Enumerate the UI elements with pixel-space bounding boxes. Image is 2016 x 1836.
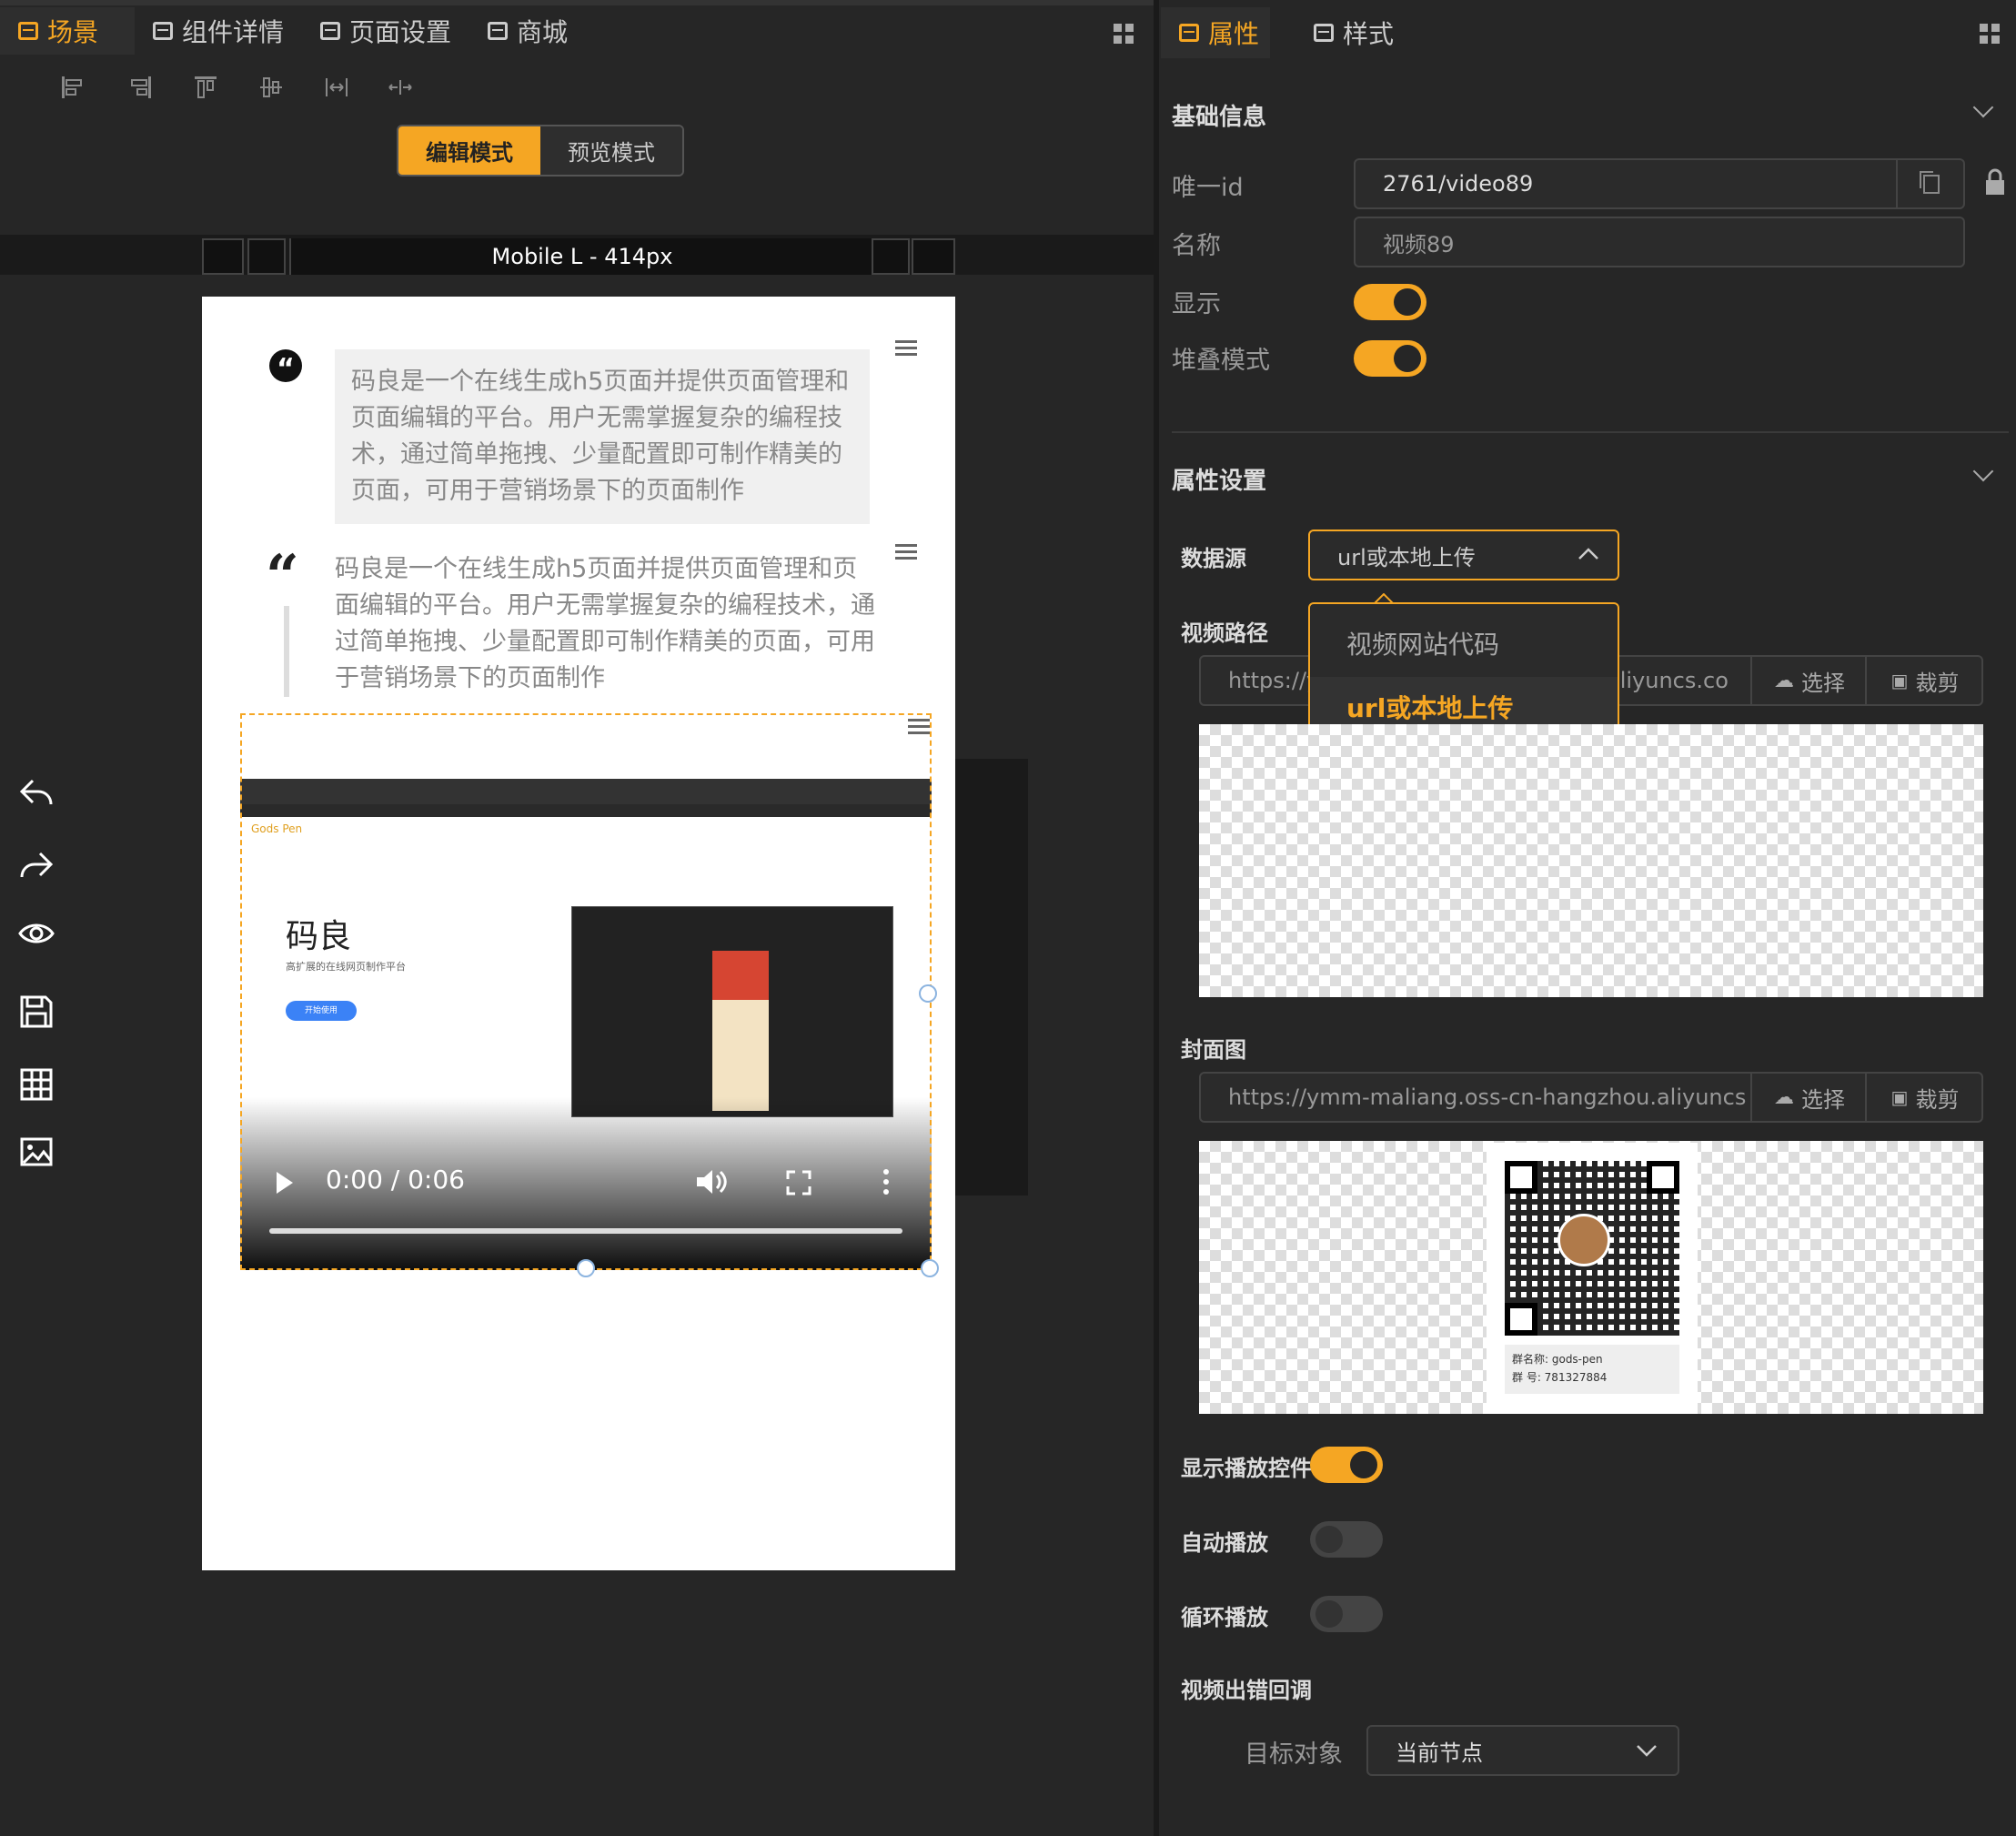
grid-icon[interactable] [1114,24,1134,44]
quote-mark-icon: “ [266,542,299,610]
id-label: 唯一id [1172,174,1244,202]
property-settings-title: 属性设置 [1172,468,1267,495]
cloud-upload-icon: ☁ [1774,1085,1794,1109]
autoplay-toggle[interactable] [1310,1521,1383,1558]
drag-handle-icon[interactable] [908,719,930,739]
calendar-icon [18,22,38,40]
chevron-down-icon [1637,1745,1657,1757]
cloud-upload-icon: ☁ [1774,669,1794,692]
calendar-icon [1179,24,1199,42]
cover-path-field[interactable]: https://ymm-maliang.oss-cn-hangzhou.aliy… [1199,1072,1983,1123]
tab-styles[interactable]: 样式 [1314,7,1394,58]
copy-icon [1920,171,1940,194]
source-label: 数据源 [1181,546,1246,571]
device-option[interactable] [912,238,955,275]
video-time: 0:00 / 0:06 [326,1165,465,1195]
drag-handle-icon[interactable] [895,340,917,360]
video-preview-area [1199,724,1983,997]
tab-properties[interactable]: 属性 [1161,7,1270,58]
device-option[interactable] [202,238,244,275]
chevron-down-icon[interactable] [1972,96,1994,118]
resize-handle[interactable] [919,984,937,1003]
distribute-horizontal-icon[interactable] [324,75,349,100]
undo-icon[interactable] [18,773,55,810]
video-path-label: 视频路径 [1181,620,1268,646]
device-option[interactable] [247,238,286,275]
show-controls-toggle[interactable] [1310,1447,1383,1483]
resize-handle[interactable] [577,1259,595,1277]
drag-handle-icon[interactable] [895,544,917,564]
target-label: 目标对象 [1245,1740,1343,1769]
error-callback-label: 视频出错回调 [1181,1678,1312,1703]
align-right-icon[interactable] [127,75,153,100]
panel-divider [1154,0,1159,1836]
canvas-toolbar [955,759,1028,1195]
id-field[interactable]: 2761/video89 [1354,158,1965,209]
cover-image: 群名称: gods-pen 群 号: 781327884 [1487,1143,1698,1414]
avatar [1557,1214,1610,1266]
select-file-button[interactable]: ☁ 选择 [1750,1074,1867,1121]
calendar-icon [153,22,173,40]
grid-icon[interactable] [1980,24,2000,44]
image-icon: ▣ [1890,1086,1909,1108]
section-divider [1172,431,2009,433]
autoplay-label: 自动播放 [1181,1530,1268,1556]
tab-component-detail[interactable]: 组件详情 [153,7,284,55]
loop-toggle[interactable] [1310,1596,1383,1632]
save-icon[interactable] [18,994,55,1030]
eye-icon[interactable] [18,915,55,952]
blockquote[interactable]: 码良是一个在线生成h5页面并提供页面管理和页面编辑的平台。用户无需掌握复杂的编程… [335,551,881,697]
cover-label: 封面图 [1181,1037,1246,1063]
mode-toggle: 编辑模式 预览模式 [397,125,684,177]
image-icon[interactable] [18,1134,55,1170]
name-label: 名称 [1172,232,1221,260]
crop-button[interactable]: ▣ 裁剪 [1865,657,1983,704]
align-left-icon[interactable] [60,75,86,100]
grid-table-icon[interactable] [18,1066,55,1103]
quote-bar [284,606,289,697]
quote-icon: “ [269,349,302,385]
qr-info: 群名称: gods-pen 群 号: 781327884 [1505,1345,1679,1394]
show-label: 显示 [1172,290,1221,318]
quote-block[interactable]: 码良是一个在线生成h5页面并提供页面管理和页面编辑的平台。用户无需掌握复杂的编程… [335,349,870,524]
fullscreen-icon[interactable] [786,1170,811,1195]
show-controls-label: 显示播放控件 [1181,1456,1312,1481]
stack-mode-toggle[interactable] [1354,340,1426,377]
space-horizontal-icon[interactable] [388,75,413,100]
name-field[interactable]: 视频89 [1354,217,1965,267]
preview-mode-button[interactable]: 预览模式 [540,126,682,175]
tab-mall[interactable]: 商城 [488,7,568,55]
source-select[interactable]: url或本地上传 [1308,530,1619,580]
redo-icon[interactable] [18,846,55,883]
calendar-icon [1314,24,1334,42]
dropdown-option[interactable]: 视频网站代码 [1310,613,1618,673]
more-options-icon[interactable] [882,1168,890,1195]
calendar-icon [320,22,340,40]
loop-label: 循环播放 [1181,1605,1268,1630]
select-file-button[interactable]: ☁ 选择 [1750,657,1867,704]
tab-scene[interactable]: 场景 [0,7,135,55]
lock-icon[interactable] [1983,167,2007,197]
resize-handle[interactable] [921,1259,939,1277]
image-icon: ▣ [1890,670,1909,691]
device-option[interactable] [872,238,910,275]
volume-icon[interactable] [695,1166,728,1197]
show-toggle[interactable] [1354,284,1426,320]
chevron-up-icon [1578,548,1598,560]
device-label[interactable]: Mobile L - 414px [289,238,875,275]
target-select[interactable]: 当前节点 [1366,1725,1679,1776]
crop-button[interactable]: ▣ 裁剪 [1865,1074,1983,1121]
align-top-icon[interactable] [193,75,218,100]
video-progress-bar[interactable] [269,1228,902,1234]
stack-mode-label: 堆叠模式 [1172,347,1270,375]
play-icon[interactable] [273,1170,295,1195]
basic-info-title: 基础信息 [1172,104,1267,131]
edit-mode-button[interactable]: 编辑模式 [398,126,540,175]
calendar-icon [488,22,508,40]
align-middle-icon[interactable] [258,75,284,100]
tab-page-settings[interactable]: 页面设置 [320,7,451,55]
chevron-down-icon[interactable] [1972,460,1994,482]
